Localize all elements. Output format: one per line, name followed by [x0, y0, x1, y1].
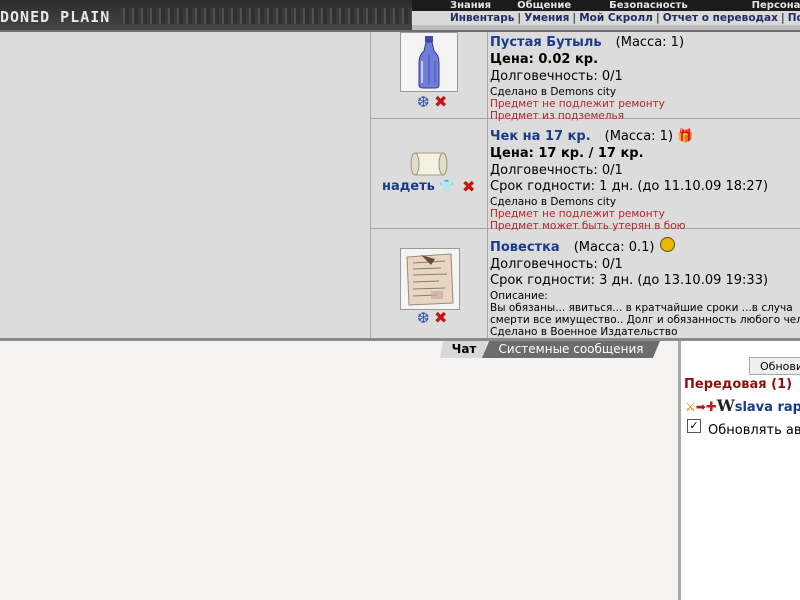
item-desc-label: Описание:: [490, 290, 548, 302]
item-icon-cell: ❆ ✖: [371, 229, 488, 338]
auto-refresh-checkbox[interactable]: ✓: [687, 419, 701, 433]
online-user: ⚔➡✚Wslava rap: [685, 396, 800, 415]
upper-content: ❆ ✖ Пустая Бутыль (Масса: 1) Цена: 0.02 к…: [0, 32, 800, 338]
item-expiry: Срок годности: 3 дн. (до 13.10.09 19:33): [490, 273, 769, 288]
delete-icon[interactable]: ✖: [434, 94, 447, 110]
item-durability: Долговечность: 0/1: [490, 257, 623, 272]
logo-text: DONED PLAIN: [0, 8, 111, 26]
clan-icon: W: [716, 396, 735, 415]
gear-icon[interactable]: ❆: [417, 310, 430, 326]
submenu-transfer-report[interactable]: Отчет о переводах: [663, 12, 778, 24]
tab-chat[interactable]: Чат: [440, 341, 488, 358]
gift-icon: 🎁: [677, 129, 694, 144]
submenu-inventory[interactable]: Инвентарь: [450, 12, 514, 24]
notice-paper-icon[interactable]: [400, 248, 460, 310]
item-expiry: Срок годности: 1 дн. (до 11.10.09 18:27): [490, 179, 769, 194]
item-info: Пустая Бутыль (Масса: 1) Цена: 0.02 кр. Д…: [490, 32, 800, 122]
gear-icon[interactable]: ❆: [417, 94, 430, 110]
menu-character[interactable]: Персонаж: [752, 0, 800, 11]
item-info: Чек на 17 кр. (Масса: 1) 🎁 Цена: 17 кр. / …: [490, 119, 800, 232]
fight-icon[interactable]: ⚔: [685, 400, 696, 414]
logo-decoration: [120, 8, 412, 24]
wear-link[interactable]: надеть: [382, 179, 435, 194]
item-durability: Долговечность: 0/1: [490, 163, 623, 178]
item-desc-line: смерти все имущество.. Долг и обязанност…: [490, 314, 800, 326]
submenu-my-scroll[interactable]: Мой Скролл: [579, 12, 653, 24]
bottle-icon[interactable]: [400, 32, 458, 92]
auto-refresh-label: Обновлять авт: [708, 423, 800, 438]
inventory-row: надеть 👕 ✖ Чек на 17 кр. (Масса: 1) 🎁 Цена…: [371, 119, 800, 232]
submenu-skills[interactable]: Умения: [524, 12, 569, 24]
menu-knowledge[interactable]: Знания: [450, 0, 491, 11]
item-durability: Долговечность: 0/1: [490, 69, 623, 84]
status-icon: ➡: [695, 400, 706, 414]
item-made: Сделано в Demons city: [490, 86, 617, 98]
delete-icon[interactable]: ✖: [434, 310, 447, 326]
scroll-icon[interactable]: [409, 149, 449, 179]
sub-menu: Инвентарь | Умения | Мой Скролл | Отчет о п…: [412, 11, 800, 25]
item-made: Сделано в Военное Издательство: [490, 326, 678, 338]
item-desc-line: Вы обязаны... явиться... в кратчайшие ср…: [490, 302, 793, 314]
location-title: Передовая (1): [684, 377, 793, 392]
user-name[interactable]: slava rap: [735, 400, 800, 415]
item-made: Сделано в Demons city: [490, 196, 617, 208]
item-price: Цена: 0.02 кр.: [490, 52, 599, 67]
submenu-more[interactable]: Пое: [788, 12, 800, 24]
item-price: Цена: 17 кр. / 17 кр.: [490, 146, 644, 161]
item-note: Предмет не подлежит ремонту: [490, 208, 665, 220]
inventory-row: ❆ ✖ Повестка (Масса: 0.1) Долговечность: …: [371, 229, 800, 338]
delete-icon[interactable]: ✖: [462, 179, 475, 195]
item-icon-cell: надеть 👕 ✖: [371, 119, 488, 228]
inventory-row: ❆ ✖ Пустая Бутыль (Масса: 1) Цена: 0.02 к…: [371, 32, 800, 122]
item-icon-cell: ❆ ✖: [371, 32, 488, 118]
cross-badge-icon: ✚: [705, 400, 717, 415]
item-mass: (Масса: 1): [604, 129, 674, 144]
refresh-button[interactable]: Обновить: [749, 357, 800, 375]
game-logo: DONED PLAIN: [0, 0, 412, 30]
item-mass: (Масса: 0.1): [573, 240, 655, 255]
badge-icon: [660, 237, 676, 252]
online-panel: Обновить Передовая (1) ⚔➡✚Wslava rap ✓ О…: [678, 341, 800, 600]
inventory-list: ❆ ✖ Пустая Бутыль (Масса: 1) Цена: 0.02 к…: [370, 32, 800, 338]
item-name[interactable]: Повестка: [490, 240, 560, 255]
item-info: Повестка (Масса: 0.1) Долговечность: 0/1 …: [490, 229, 800, 338]
shirt-icon[interactable]: 👕: [439, 179, 454, 193]
item-note: Предмет не подлежит ремонту: [490, 98, 665, 110]
tab-system-messages[interactable]: Системные сообщения: [482, 341, 660, 358]
menu-security[interactable]: Безопасность: [609, 0, 688, 11]
chat-area[interactable]: [0, 341, 678, 600]
menu-communication[interactable]: Общение: [517, 0, 571, 11]
main-menu: Знания Общение Безопасность Персонаж: [412, 0, 800, 11]
item-name[interactable]: Чек на 17 кр.: [490, 129, 591, 144]
top-header: DONED PLAIN Знания Общение Безопасность …: [0, 0, 800, 32]
item-mass: (Масса: 1): [615, 35, 685, 50]
item-name[interactable]: Пустая Бутыль: [490, 35, 602, 50]
